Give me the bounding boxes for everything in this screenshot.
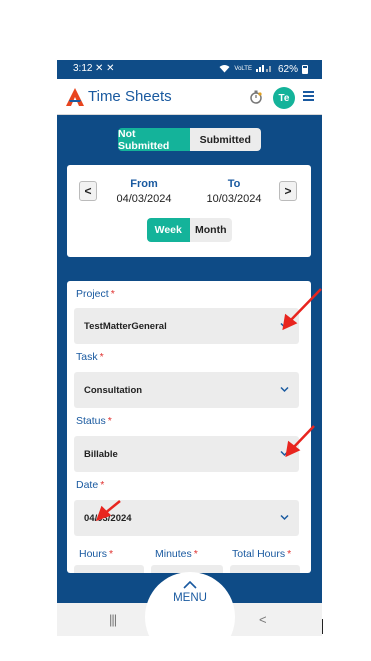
tab-submitted[interactable]: Submitted (189, 128, 261, 151)
status-time: 3:12 (73, 63, 93, 74)
project-label: Project * (76, 288, 115, 300)
hamburger-menu-icon[interactable] (303, 91, 314, 101)
app-title: Time Sheets (88, 88, 172, 105)
status-bar: 3:12 ✕ ✕ VoLTE 62% (57, 60, 322, 79)
chevron-down-icon (280, 386, 289, 393)
project-value: TestMatterGeneral (84, 321, 167, 332)
status-right: VoLTE 62% (219, 63, 308, 75)
prev-week-button[interactable]: < (79, 181, 97, 201)
menu-label: MENU (173, 592, 207, 604)
to-date[interactable]: 10/03/2024 (199, 193, 269, 205)
chevron-down-icon (280, 450, 289, 457)
from-date[interactable]: 04/03/2024 (109, 193, 179, 205)
date-label: Date * (76, 479, 105, 491)
hours-input[interactable] (74, 565, 144, 573)
task-label: Task * (76, 351, 104, 363)
chevron-up-icon (183, 581, 197, 589)
app-logo-icon (66, 88, 84, 106)
network-label: VoLTE (234, 66, 252, 72)
user-avatar[interactable]: Te (273, 87, 295, 109)
next-week-button[interactable]: > (279, 181, 297, 201)
phone-screen: 3:12 ✕ ✕ VoLTE 62% Time Sheets Te Not Su… (57, 60, 322, 636)
minutes-label: Minutes * (155, 548, 198, 560)
battery-percent: 62% (277, 63, 298, 75)
app-header: Time Sheets Te (57, 79, 322, 115)
submission-toggle: Not Submitted Submitted (118, 128, 261, 151)
back-icon[interactable]: < (259, 612, 267, 627)
date-select[interactable]: 04/03/2024 (74, 500, 299, 536)
task-select[interactable]: Consultation (74, 372, 299, 408)
chevron-down-icon (280, 322, 289, 329)
task-value: Consultation (84, 385, 143, 396)
notification-icons: ✕ ✕ (95, 63, 115, 74)
menu-button[interactable]: MENU (145, 572, 235, 636)
range-toggle: Week Month (147, 218, 232, 242)
tab-month[interactable]: Month (189, 218, 232, 242)
recents-icon[interactable]: ||| (109, 612, 117, 627)
hours-label: Hours * (79, 548, 114, 560)
status-select[interactable]: Billable (74, 436, 299, 472)
date-range-card: < From 04/03/2024 To 10/03/2024 > Week M… (67, 165, 311, 257)
from-label: From (130, 178, 158, 190)
tab-not-submitted[interactable]: Not Submitted (118, 128, 190, 151)
status-value: Billable (84, 449, 118, 460)
status-label: Status * (76, 415, 112, 427)
battery-icon (302, 64, 308, 74)
text-cursor (322, 619, 323, 634)
tab-week[interactable]: Week (147, 218, 190, 242)
total-hours-label: Total Hours * (232, 548, 292, 560)
to-label: To (227, 178, 241, 190)
signal-icon (255, 63, 274, 75)
date-value: 04/03/2024 (84, 513, 132, 524)
chevron-down-icon (280, 514, 289, 521)
project-select[interactable]: TestMatterGeneral (74, 308, 299, 344)
wifi-icon (219, 64, 230, 75)
timer-icon[interactable] (249, 90, 263, 104)
total-hours-input (230, 565, 300, 573)
timesheet-form: Project * TestMatterGeneral Task * Consult… (67, 281, 311, 573)
